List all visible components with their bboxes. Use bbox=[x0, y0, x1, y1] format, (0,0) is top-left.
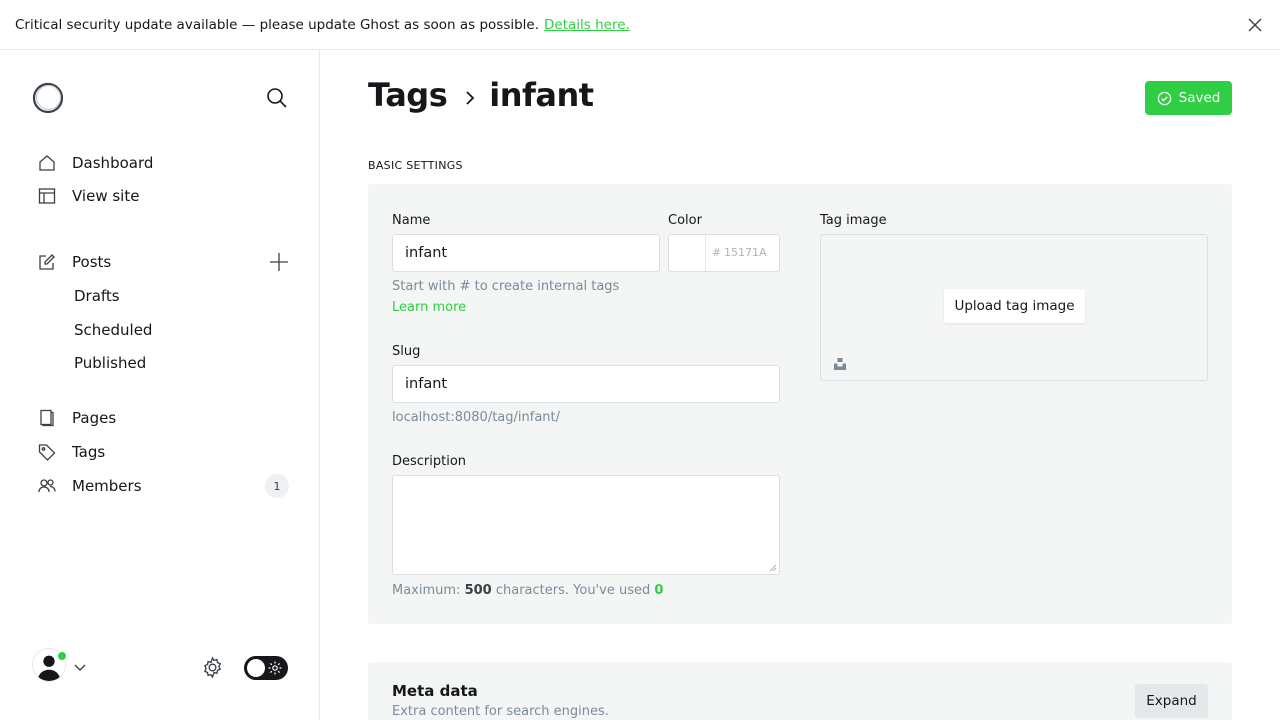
members-count-badge: 1 bbox=[265, 474, 289, 498]
sidebar-item-posts[interactable]: Posts bbox=[38, 249, 111, 275]
slug-input[interactable]: infant bbox=[392, 365, 780, 403]
sidebar-item-label: Posts bbox=[72, 253, 112, 271]
sidebar-item-pages[interactable]: Pages bbox=[38, 405, 116, 431]
check-circle-icon bbox=[1157, 91, 1171, 105]
page-title: infant bbox=[489, 76, 594, 114]
sidebar-item-label: Pages bbox=[72, 409, 117, 427]
sidebar-item-members[interactable]: Members bbox=[38, 473, 142, 499]
name-label: Name bbox=[392, 213, 431, 228]
gear-icon[interactable] bbox=[201, 656, 224, 679]
online-status-dot bbox=[57, 651, 67, 661]
color-input[interactable]: # 15171A bbox=[668, 234, 780, 272]
breadcrumb: Tags infant bbox=[368, 76, 594, 114]
description-label: Description bbox=[392, 454, 467, 469]
sidebar-item-scheduled[interactable]: Scheduled bbox=[74, 318, 152, 342]
color-placeholder: 15171A bbox=[724, 246, 767, 259]
color-swatch[interactable] bbox=[669, 235, 706, 271]
sidebar-item-dashboard[interactable]: Dashboard bbox=[38, 150, 153, 176]
sidebar-item-label: View site bbox=[72, 187, 140, 205]
page-icon bbox=[40, 409, 54, 427]
slug-url-hint: localhost:8080/tag/infant/ bbox=[392, 410, 561, 425]
chevron-right-icon bbox=[466, 91, 475, 105]
description-textarea[interactable] bbox=[392, 475, 780, 575]
edit-icon bbox=[39, 254, 55, 270]
save-button[interactable]: Saved bbox=[1145, 81, 1232, 115]
members-icon bbox=[38, 479, 56, 493]
desc-hint-used-label: characters. You've used bbox=[495, 583, 651, 598]
home-icon bbox=[39, 155, 55, 171]
name-hint-text: Start with # to create internal tags bbox=[392, 279, 620, 294]
sidebar-item-label: Members bbox=[72, 477, 142, 495]
meta-data-title: Meta data bbox=[392, 682, 478, 700]
toggle-knob bbox=[247, 659, 265, 677]
breadcrumb-parent-tags[interactable]: Tags bbox=[368, 76, 448, 114]
resize-handle-icon[interactable] bbox=[769, 564, 777, 572]
alert-message: Critical security update available — ple… bbox=[15, 16, 540, 33]
sidebar-item-published[interactable]: Published bbox=[74, 351, 146, 375]
desc-max-count: 500 bbox=[464, 583, 492, 598]
sidebar-item-label: Dashboard bbox=[72, 154, 154, 172]
dark-mode-toggle[interactable] bbox=[244, 656, 288, 680]
alert-details-link[interactable]: Details here. bbox=[544, 17, 630, 33]
sidebar-item-drafts[interactable]: Drafts bbox=[74, 284, 120, 308]
sidebar-item-label: Tags bbox=[72, 443, 106, 461]
color-label: Color bbox=[668, 213, 702, 228]
save-button-label: Saved bbox=[1178, 90, 1221, 106]
learn-more-link[interactable]: Learn more bbox=[392, 300, 466, 315]
desc-used-count: 0 bbox=[654, 583, 664, 598]
desc-hint-max-label: Maximum: bbox=[392, 583, 461, 598]
search-icon[interactable] bbox=[266, 87, 288, 109]
slug-label: Slug bbox=[392, 344, 421, 359]
meta-data-panel: Meta data Extra content for search engin… bbox=[368, 662, 1232, 720]
sun-icon bbox=[268, 661, 282, 675]
site-logo-icon[interactable] bbox=[32, 82, 64, 114]
tag-image-label: Tag image bbox=[820, 213, 887, 228]
basic-settings-panel: Name infant Start with # to create inter… bbox=[368, 184, 1232, 624]
color-hash: # bbox=[712, 246, 722, 259]
close-icon[interactable] bbox=[1246, 16, 1264, 34]
meta-data-description: Extra content for search engines. bbox=[392, 704, 609, 719]
security-alert-banner: Critical security update available — ple… bbox=[0, 0, 1280, 50]
upload-tag-image-button[interactable]: Upload tag image bbox=[944, 289, 1085, 323]
name-input[interactable]: infant bbox=[392, 234, 660, 272]
chevron-down-icon[interactable] bbox=[73, 660, 87, 674]
sidebar-item-view-site[interactable]: View site bbox=[38, 183, 139, 209]
description-hint: Maximum: 500 characters. You've used 0 bbox=[392, 580, 663, 601]
expand-button[interactable]: Expand bbox=[1135, 684, 1208, 718]
tag-image-dropzone[interactable]: Upload tag image bbox=[820, 234, 1208, 381]
sidebar-item-tags[interactable]: Tags bbox=[38, 439, 105, 465]
tag-icon bbox=[38, 444, 56, 461]
unsplash-icon[interactable] bbox=[833, 357, 847, 371]
section-title-basic-settings: BASIC SETTINGS bbox=[368, 159, 463, 172]
add-post-icon[interactable] bbox=[268, 251, 290, 273]
sidebar: Dashboard View site Posts Drafts Schedul… bbox=[0, 50, 320, 720]
layout-icon bbox=[38, 188, 56, 204]
name-hint: Start with # to create internal tags Lea… bbox=[392, 276, 652, 318]
